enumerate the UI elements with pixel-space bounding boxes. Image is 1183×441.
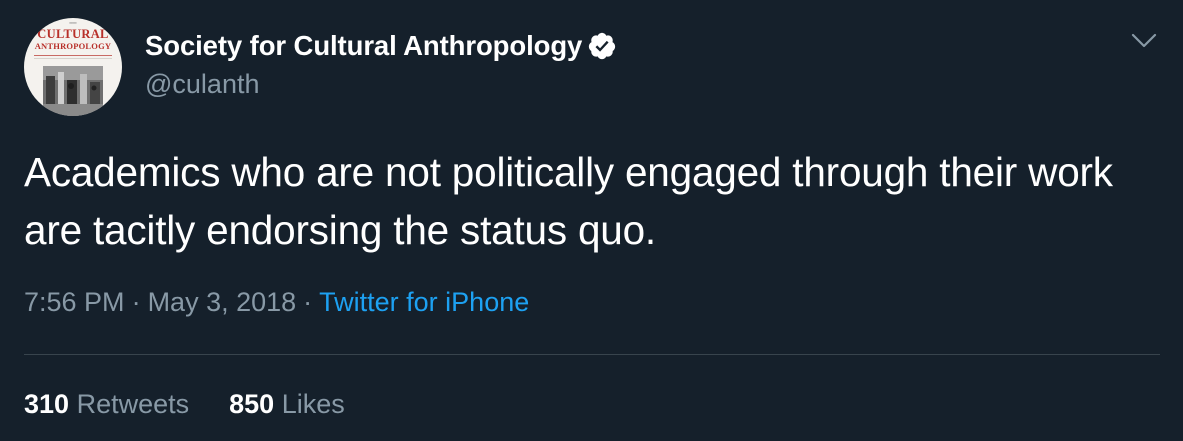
avatar-logo-line1: CULTURAL <box>37 27 109 41</box>
chevron-down-icon[interactable] <box>1131 33 1157 49</box>
likes-count: 850 <box>229 389 275 419</box>
retweets-stat[interactable]: 310 Retweets <box>24 389 189 419</box>
verified-badge-icon <box>589 32 616 60</box>
user-handle[interactable]: @culanth <box>145 69 617 100</box>
tweet-source-link[interactable]: Twitter for iPhone <box>319 287 529 317</box>
meta-separator: · <box>131 287 141 317</box>
meta-separator: · <box>303 287 313 317</box>
name-row: Society for Cultural Anthropology <box>145 28 617 64</box>
tweet-header: Society for Cultural Anthropology @culan… <box>145 28 617 100</box>
divider <box>24 354 1160 355</box>
tweet-meta: 7:56 PM · May 3, 2018 · Twitter for iPhone <box>24 287 529 318</box>
avatar-logo-line2: ANTHROPOLOGY <box>34 40 112 51</box>
tweet-text: Academics who are not politically engage… <box>24 149 1113 253</box>
avatar[interactable]: ━━━━ CULTURAL ANTHROPOLOGY <box>24 18 122 116</box>
tweet-stats: 310 Retweets 850 Likes <box>24 389 345 420</box>
retweets-count: 310 <box>24 389 70 419</box>
avatar-issue-mark: ━━━━ <box>69 21 77 25</box>
tweet-card: ━━━━ CULTURAL ANTHROPOLOGY Society for C… <box>0 0 1183 441</box>
retweets-label: Retweets <box>76 389 190 419</box>
avatar-cover-photo <box>43 66 103 116</box>
display-name[interactable]: Society for Cultural Anthropology <box>145 30 582 62</box>
likes-stat[interactable]: 850 Likes <box>229 389 345 419</box>
tweet-time[interactable]: 7:56 PM <box>24 287 125 317</box>
tweet-date[interactable]: May 3, 2018 <box>148 287 297 317</box>
likes-label: Likes <box>281 389 345 419</box>
avatar-logo: CULTURAL ANTHROPOLOGY <box>24 28 122 50</box>
avatar-tagline-rule <box>34 55 112 59</box>
